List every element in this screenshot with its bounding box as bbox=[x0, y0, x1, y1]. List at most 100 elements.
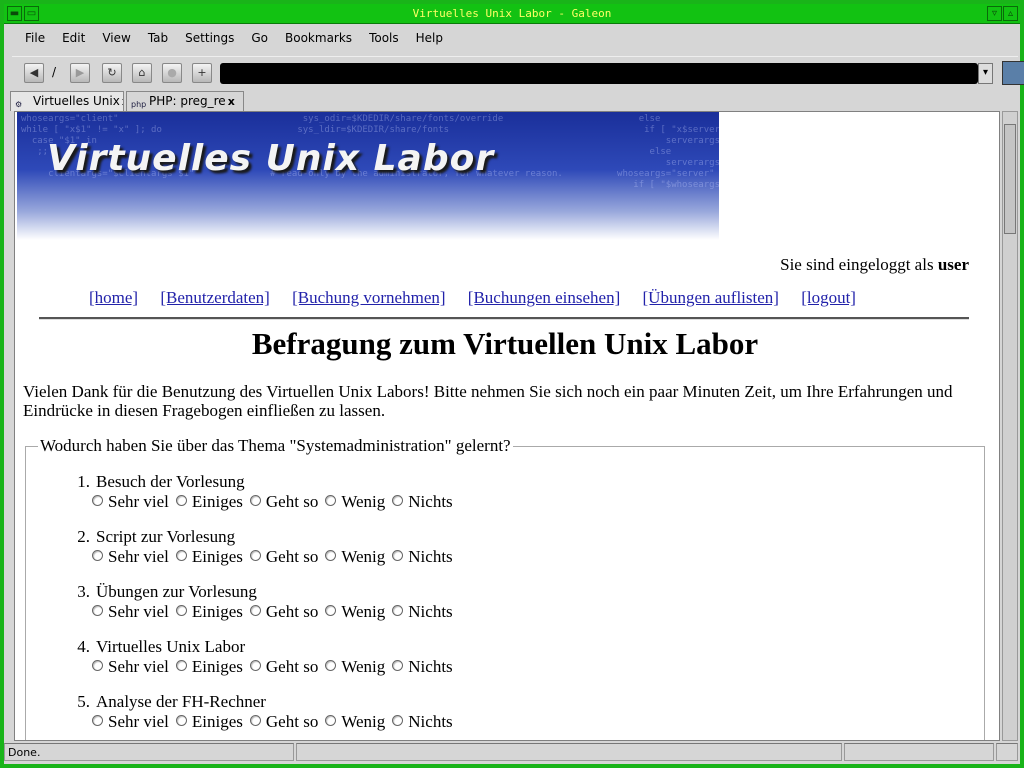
radio-button[interactable] bbox=[175, 495, 187, 506]
radio-button[interactable] bbox=[325, 715, 337, 726]
nav-buchung-vornehmen-link[interactable]: [Buchung vornehmen] bbox=[292, 288, 445, 307]
reload-icon[interactable]: ↻ bbox=[102, 63, 122, 83]
resize-grip-icon[interactable] bbox=[996, 743, 1018, 761]
menu-settings[interactable]: Settings bbox=[185, 31, 234, 45]
radio-button[interactable] bbox=[175, 605, 187, 616]
radio-label: Wenig bbox=[341, 657, 386, 676]
radio-button[interactable] bbox=[392, 605, 404, 616]
radio-button[interactable] bbox=[92, 605, 103, 616]
radio-option[interactable]: Sehr viel bbox=[92, 547, 169, 566]
radio-option[interactable]: Nichts bbox=[392, 657, 453, 676]
radio-option[interactable]: Einiges bbox=[175, 492, 243, 511]
radio-button[interactable] bbox=[392, 715, 404, 726]
radio-button[interactable] bbox=[92, 715, 103, 726]
radio-button[interactable] bbox=[92, 495, 103, 506]
scrollbar-thumb[interactable] bbox=[1004, 124, 1016, 234]
tab-php-preg[interactable]: php PHP: preg_re x bbox=[126, 91, 244, 111]
nav-uebungen-auflisten-link[interactable]: [Übungen auflisten] bbox=[643, 288, 779, 307]
close-tab-icon[interactable]: x bbox=[122, 95, 123, 108]
radio-option[interactable]: Wenig bbox=[325, 712, 385, 731]
question-text: Besuch der Vorlesung bbox=[96, 472, 245, 491]
menu-help[interactable]: Help bbox=[416, 31, 443, 45]
answer-options: Sehr viel Einiges Geht so Wenig Nichts bbox=[92, 547, 460, 567]
radio-option[interactable]: Geht so bbox=[249, 712, 318, 731]
radio-option[interactable]: Geht so bbox=[249, 657, 318, 676]
question-number: 4. bbox=[77, 637, 90, 656]
nav-logout-link[interactable]: [logout] bbox=[801, 288, 856, 307]
menu-tab[interactable]: Tab bbox=[148, 31, 168, 45]
radio-label: Geht so bbox=[265, 602, 319, 621]
address-dropdown-icon[interactable]: ▾ bbox=[978, 63, 993, 84]
menu-view[interactable]: View bbox=[102, 31, 130, 45]
radio-button[interactable] bbox=[175, 550, 187, 561]
radio-button[interactable] bbox=[92, 660, 103, 671]
radio-option[interactable]: Sehr viel bbox=[92, 602, 169, 621]
menu-edit[interactable]: Edit bbox=[62, 31, 85, 45]
radio-button[interactable] bbox=[249, 495, 261, 506]
close-tab-icon[interactable]: x bbox=[228, 95, 235, 108]
radio-label: Sehr viel bbox=[108, 712, 169, 731]
radio-label: Nichts bbox=[408, 602, 453, 621]
radio-option[interactable]: Wenig bbox=[325, 492, 385, 511]
question-label: 5. Analyse der FH-Rechner bbox=[77, 692, 266, 712]
radio-button[interactable] bbox=[325, 605, 337, 616]
radio-label: Wenig bbox=[341, 712, 386, 731]
radio-button[interactable] bbox=[392, 660, 404, 671]
nav-buchungen-einsehen-link[interactable]: [Buchungen einsehen] bbox=[468, 288, 620, 307]
radio-button[interactable] bbox=[392, 495, 404, 506]
radio-button[interactable] bbox=[325, 660, 337, 671]
radio-option[interactable]: Geht so bbox=[249, 547, 318, 566]
title-bar[interactable]: ▬ ▭ Virtuelles Unix Labor - Galeon ▿ ▵ bbox=[4, 4, 1020, 24]
radio-option[interactable]: Nichts bbox=[392, 492, 453, 511]
vertical-scrollbar[interactable] bbox=[1002, 111, 1018, 741]
radio-label: Wenig bbox=[341, 547, 386, 566]
radio-button[interactable] bbox=[249, 660, 261, 671]
radio-option[interactable]: Nichts bbox=[392, 712, 453, 731]
site-nav: [home] [Benutzerdaten] [Buchung vornehme… bbox=[89, 288, 874, 308]
radio-button[interactable] bbox=[249, 605, 261, 616]
menu-go[interactable]: Go bbox=[251, 31, 268, 45]
menu-tools[interactable]: Tools bbox=[369, 31, 399, 45]
question-label: 3. Übungen zur Vorlesung bbox=[77, 582, 257, 602]
radio-button[interactable] bbox=[325, 550, 337, 561]
menu-file[interactable]: File bbox=[25, 31, 45, 45]
home-icon[interactable]: ⌂ bbox=[132, 63, 152, 83]
address-field[interactable] bbox=[220, 63, 978, 84]
radio-button[interactable] bbox=[92, 550, 103, 561]
maximize-icon[interactable]: ▵ bbox=[1003, 6, 1018, 21]
radio-option[interactable]: Einiges bbox=[175, 657, 243, 676]
radio-option[interactable]: Nichts bbox=[392, 602, 453, 621]
nav-benutzerdaten-link[interactable]: [Benutzerdaten] bbox=[160, 288, 270, 307]
radio-option[interactable]: Sehr viel bbox=[92, 492, 169, 511]
minimize-icon[interactable]: ▿ bbox=[987, 6, 1002, 21]
radio-button[interactable] bbox=[392, 550, 404, 561]
radio-button[interactable] bbox=[175, 660, 187, 671]
radio-button[interactable] bbox=[325, 495, 337, 506]
radio-option[interactable]: Nichts bbox=[392, 547, 453, 566]
menu-bookmarks[interactable]: Bookmarks bbox=[285, 31, 352, 45]
nav-home-link[interactable]: [home] bbox=[89, 288, 138, 307]
banner-title: Virtuelles Unix Labor bbox=[47, 138, 495, 179]
radio-option[interactable]: Wenig bbox=[325, 602, 385, 621]
new-tab-icon[interactable]: + bbox=[192, 63, 212, 83]
forward-arrow-icon[interactable]: ▶ bbox=[70, 63, 90, 83]
question-text: Script zur Vorlesung bbox=[96, 527, 236, 546]
radio-option[interactable]: Einiges bbox=[175, 712, 243, 731]
page-content[interactable]: whoseargs="client" sys_odir=$KDEDIR/shar… bbox=[14, 111, 1000, 741]
throbber-icon bbox=[1002, 61, 1024, 85]
back-arrow-icon[interactable]: ◀ bbox=[24, 63, 44, 83]
radio-option[interactable]: Sehr viel bbox=[92, 712, 169, 731]
radio-button[interactable] bbox=[249, 715, 261, 726]
radio-option[interactable]: Wenig bbox=[325, 547, 385, 566]
radio-option[interactable]: Einiges bbox=[175, 602, 243, 621]
radio-button[interactable] bbox=[175, 715, 187, 726]
radio-button[interactable] bbox=[249, 550, 261, 561]
radio-option[interactable]: Wenig bbox=[325, 657, 385, 676]
radio-option[interactable]: Sehr viel bbox=[92, 657, 169, 676]
tab-virtuelles-unix[interactable]: ⚙Virtuelles Unixx bbox=[10, 91, 124, 111]
radio-option[interactable]: Geht so bbox=[249, 602, 319, 621]
radio-option[interactable]: Einiges bbox=[175, 547, 243, 566]
radio-option[interactable]: Geht so bbox=[249, 492, 318, 511]
stop-icon[interactable]: ● bbox=[162, 63, 182, 83]
intro-text: Vielen Dank für die Benutzung des Virtue… bbox=[23, 382, 953, 420]
